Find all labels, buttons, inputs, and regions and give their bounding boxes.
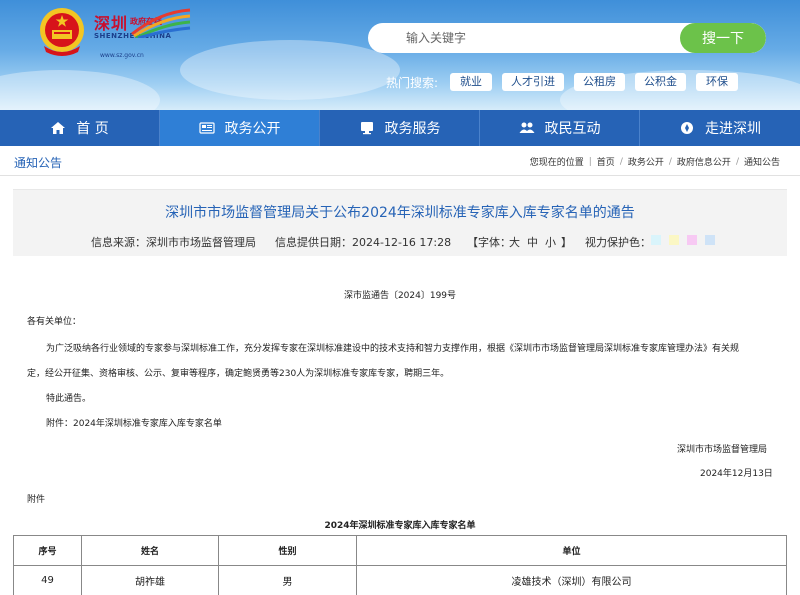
eye-care-label: 视力保护色： [585,236,651,249]
hot-search-tag[interactable]: 人才引进 [502,73,565,91]
document-number: 深市监通告〔2024〕199号 [343,291,457,301]
eye-care-color-swatch[interactable] [705,235,715,245]
nav-item-label: 政民互动 [544,121,601,137]
breadcrumb-separator: | [588,156,592,167]
notice-text: 特此通告。 [46,394,92,404]
attachment-heading: 附件 [27,495,46,505]
table-title: 2024年深圳标准专家库入库专家名单 [324,521,476,531]
eye-care-color-swatch[interactable] [651,235,661,245]
cloud-decoration [0,70,160,110]
nav-item-label: 走进深圳 [705,121,761,137]
table-header-cell: 姓名 [81,535,219,566]
table-header-cell: 性别 [218,535,357,566]
national-emblem-icon [40,8,84,56]
attachment-link[interactable]: 附件：2024年深圳标准专家库入库专家名单 [46,416,222,429]
breadcrumb-bar: 通知公告 您现在的位置 | 首页 / 政务公开 / 政府信息公开 / 通知公告 [0,146,800,176]
header-banner: 深圳 政府在线 SHENZHEN CHINA www.sz.gov.cn 搜一下… [0,0,800,110]
cloud-decoration [180,40,400,100]
article-header: 深圳市市场监督管理局关于公布2024年深圳标准专家库入库专家名单的通告 信息来源… [13,189,787,256]
font-size-medium-button[interactable]: 中 [527,234,538,250]
breadcrumb-item-notices[interactable]: 通知公告 [744,155,780,168]
hot-search-label: 热门搜索: [386,75,439,90]
article-source: 信息来源：深圳市市场监督管理局 [91,236,256,249]
nav-item-public-interaction[interactable]: 政民互动 [480,110,640,146]
home-icon [51,122,66,134]
breadcrumb: 您现在的位置 | 首页 / 政务公开 / 政府信息公开 / 通知公告 [529,155,780,169]
font-size-label: 【字体： [467,236,511,249]
hot-search-tag[interactable]: 公租房 [574,73,626,91]
logo-swoosh-icon [131,8,191,38]
breadcrumb-item-home[interactable]: 首页 [597,155,615,168]
table-cell: 49 [13,565,82,595]
body-paragraph-line: 为广泛吸纳各行业领域的专家参与深圳标准工作，充分发挥专家在深圳标准建设中的技术支… [46,344,740,354]
logo-chinese-text: 深圳 [94,14,129,33]
table-header-row: 序号 姓名 性别 单位 [13,535,787,566]
hot-search-tag[interactable]: 公积金 [635,73,687,91]
expert-table: 序号 姓名 性别 单位 49 胡祚雄 男 凌雄技术（深圳）有限公司 [13,535,787,595]
font-size-small-button[interactable]: 小 [545,234,556,250]
monitor-icon [360,122,373,135]
nav-item-label: 政务服务 [384,121,441,137]
signer: 深圳市市场监督管理局 [677,445,768,455]
nav-item-label: 政务公开 [224,121,281,137]
table-row: 49 胡祚雄 男 凌雄技术（深圳）有限公司 [13,565,787,595]
greeting: 各有关单位： [27,317,82,327]
breadcrumb-separator: / [619,156,623,167]
article-title: 深圳市市场监督管理局关于公布2024年深圳标准专家库入库专家名单的通告 [165,205,635,221]
nav-item-home[interactable]: 首 页 [0,110,160,146]
hot-search-bar: 热门搜索: 就业 人才引进 公租房 公积金 环保 [386,72,748,92]
main-nav: 首 页 政务公开 政务服务 政民互动 走进深圳 [0,110,800,146]
search-button[interactable]: 搜一下 [680,23,766,53]
section-title: 通知公告 [14,156,63,170]
logo-url-text: www.sz.gov.cn [100,52,144,59]
breadcrumb-label: 您现在的位置 [529,158,584,168]
font-size-large-button[interactable]: 大 [509,234,520,250]
nav-item-explore-shenzhen[interactable]: 走进深圳 [640,110,800,146]
breadcrumb-separator: / [735,156,739,167]
table-header-cell: 序号 [13,535,82,566]
search-input[interactable] [368,23,682,53]
search-box: 搜一下 [368,23,766,53]
hot-search-tag[interactable]: 环保 [696,73,739,91]
news-icon [198,122,215,134]
eye-care-color-swatch[interactable] [687,235,697,245]
hot-search-tag[interactable]: 就业 [450,73,493,91]
article-date: 信息提供日期：2024-12-16 17:28 [275,236,452,249]
compass-icon [681,122,693,134]
sign-date: 2024年12月13日 [700,469,773,479]
table-cell: 胡祚雄 [81,565,219,595]
table-header-cell: 单位 [356,535,787,566]
breadcrumb-item-government-affairs[interactable]: 政务公开 [628,155,664,168]
users-icon [519,122,534,133]
nav-item-government-affairs[interactable]: 政务公开 [160,110,320,146]
body-paragraph-line: 定，经公开征集、资格审核、公示、复审等程序，确定鲍贤勇等230人为深圳标准专家库… [27,369,450,379]
nav-item-label: 首 页 [76,121,109,137]
breadcrumb-item-information-disclosure[interactable]: 政府信息公开 [677,155,731,168]
table-cell: 男 [218,565,357,595]
table-cell: 凌雄技术（深圳）有限公司 [356,565,787,595]
nav-item-government-services[interactable]: 政务服务 [320,110,480,146]
font-size-bracket: 】 [561,236,572,249]
eye-care-color-swatch[interactable] [669,235,679,245]
breadcrumb-separator: / [668,156,672,167]
